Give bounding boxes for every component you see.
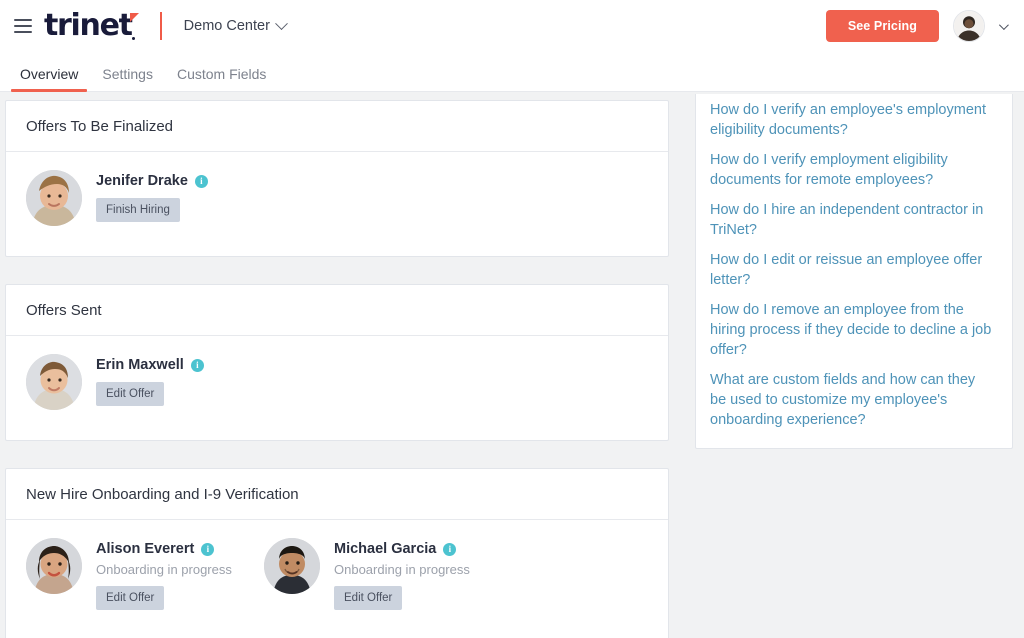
page-body: Offers To Be Finalized Jenifer Drake i F… (0, 92, 1024, 638)
avatar-image (954, 11, 984, 41)
tab-custom-fields[interactable]: Custom Fields (165, 66, 278, 91)
finish-hiring-button[interactable]: Finish Hiring (96, 198, 180, 222)
person-avatar (264, 538, 320, 594)
person-avatar (26, 538, 82, 594)
avatar[interactable] (953, 10, 985, 42)
card-title: New Hire Onboarding and I-9 Verification (6, 469, 668, 520)
app-header: trinet Demo Center See Pricing (0, 0, 1024, 52)
user-menu-chevron-icon[interactable] (998, 19, 1009, 30)
person-row: Michael Garcia i Onboarding in progress … (264, 538, 502, 610)
person-info: Erin Maxwell i Edit Offer (96, 354, 204, 410)
avatar-image (26, 538, 82, 594)
header-divider (159, 12, 162, 40)
person-row: Alison Everert i Onboarding in progress … (26, 538, 264, 610)
info-icon[interactable]: i (194, 174, 208, 188)
card-offers-to-be-finalized: Offers To Be Finalized Jenifer Drake i F… (5, 100, 669, 257)
person-name-row: Jenifer Drake i (96, 173, 208, 189)
chevron-down-icon (275, 16, 288, 30)
org-switcher[interactable]: Demo Center (183, 16, 288, 34)
info-icon[interactable]: i (190, 358, 204, 372)
avatar-image (264, 538, 320, 594)
card-title: Offers Sent (6, 285, 668, 336)
hamburger-bar (14, 31, 32, 33)
person-name-row: Alison Everert i (96, 541, 232, 557)
person-row: Jenifer Drake i Finish Hiring (26, 170, 264, 226)
info-icon[interactable]: i (201, 542, 215, 556)
see-pricing-button[interactable]: See Pricing (825, 10, 939, 42)
brand-wordmark: trinet (44, 8, 133, 43)
person-status: Onboarding in progress (96, 562, 232, 577)
hamburger-menu-icon[interactable] (14, 19, 32, 33)
card-body: Alison Everert i Onboarding in progress … (6, 520, 668, 638)
person-name-row: Michael Garcia i (334, 541, 470, 557)
card-offers-sent: Offers Sent Erin Maxwell i Edit Offer (5, 284, 669, 441)
card-body: Jenifer Drake i Finish Hiring (6, 152, 668, 256)
avatar-image (26, 170, 82, 226)
main-column: Offers To Be Finalized Jenifer Drake i F… (0, 100, 669, 638)
person-name: Michael Garcia (334, 541, 437, 557)
avatar-image (26, 354, 82, 410)
hamburger-bar (14, 19, 32, 21)
faq-link[interactable]: How do I verify employment eligibility d… (710, 150, 994, 190)
edit-offer-button[interactable]: Edit Offer (96, 382, 165, 406)
tab-bar: Overview Settings Custom Fields (0, 52, 1024, 92)
person-status: Onboarding in progress (334, 562, 470, 577)
person-name: Jenifer Drake (96, 173, 188, 189)
faq-link[interactable]: How do I remove an employee from the hir… (710, 300, 994, 360)
person-info: Jenifer Drake i Finish Hiring (96, 170, 208, 226)
person-info: Alison Everert i Onboarding in progress … (96, 538, 232, 610)
trinet-logo[interactable]: trinet (44, 11, 140, 41)
faq-link[interactable]: How do I verify an employee's employment… (710, 100, 994, 140)
faq-card: How do I verify an employee's employment… (695, 94, 1013, 449)
person-info: Michael Garcia i Onboarding in progress … (334, 538, 470, 610)
tab-overview[interactable]: Overview (8, 66, 90, 92)
faq-link[interactable]: What are custom fields and how can they … (710, 370, 994, 430)
person-row: Erin Maxwell i Edit Offer (26, 354, 264, 410)
card-new-hire-onboarding: New Hire Onboarding and I-9 Verification (5, 468, 669, 638)
person-name: Erin Maxwell (96, 357, 184, 373)
person-name-row: Erin Maxwell i (96, 357, 204, 373)
hamburger-bar (14, 25, 32, 27)
faq-link[interactable]: How do I hire an independent contractor … (710, 200, 994, 240)
brand-accent-mark (129, 11, 140, 41)
faq-link[interactable]: How do I edit or reissue an employee off… (710, 250, 994, 290)
person-avatar (26, 354, 82, 410)
person-name: Alison Everert (96, 541, 195, 557)
edit-offer-button[interactable]: Edit Offer (96, 586, 165, 610)
card-title: Offers To Be Finalized (6, 101, 668, 152)
edit-offer-button[interactable]: Edit Offer (334, 586, 403, 610)
faq-sidebar: How do I verify an employee's employment… (695, 94, 1013, 449)
tab-settings[interactable]: Settings (90, 66, 165, 91)
person-avatar (26, 170, 82, 226)
org-switcher-label: Demo Center (183, 18, 270, 34)
card-body: Erin Maxwell i Edit Offer (6, 336, 668, 440)
header-right-group: See Pricing (825, 10, 1009, 42)
info-icon[interactable]: i (443, 542, 457, 556)
